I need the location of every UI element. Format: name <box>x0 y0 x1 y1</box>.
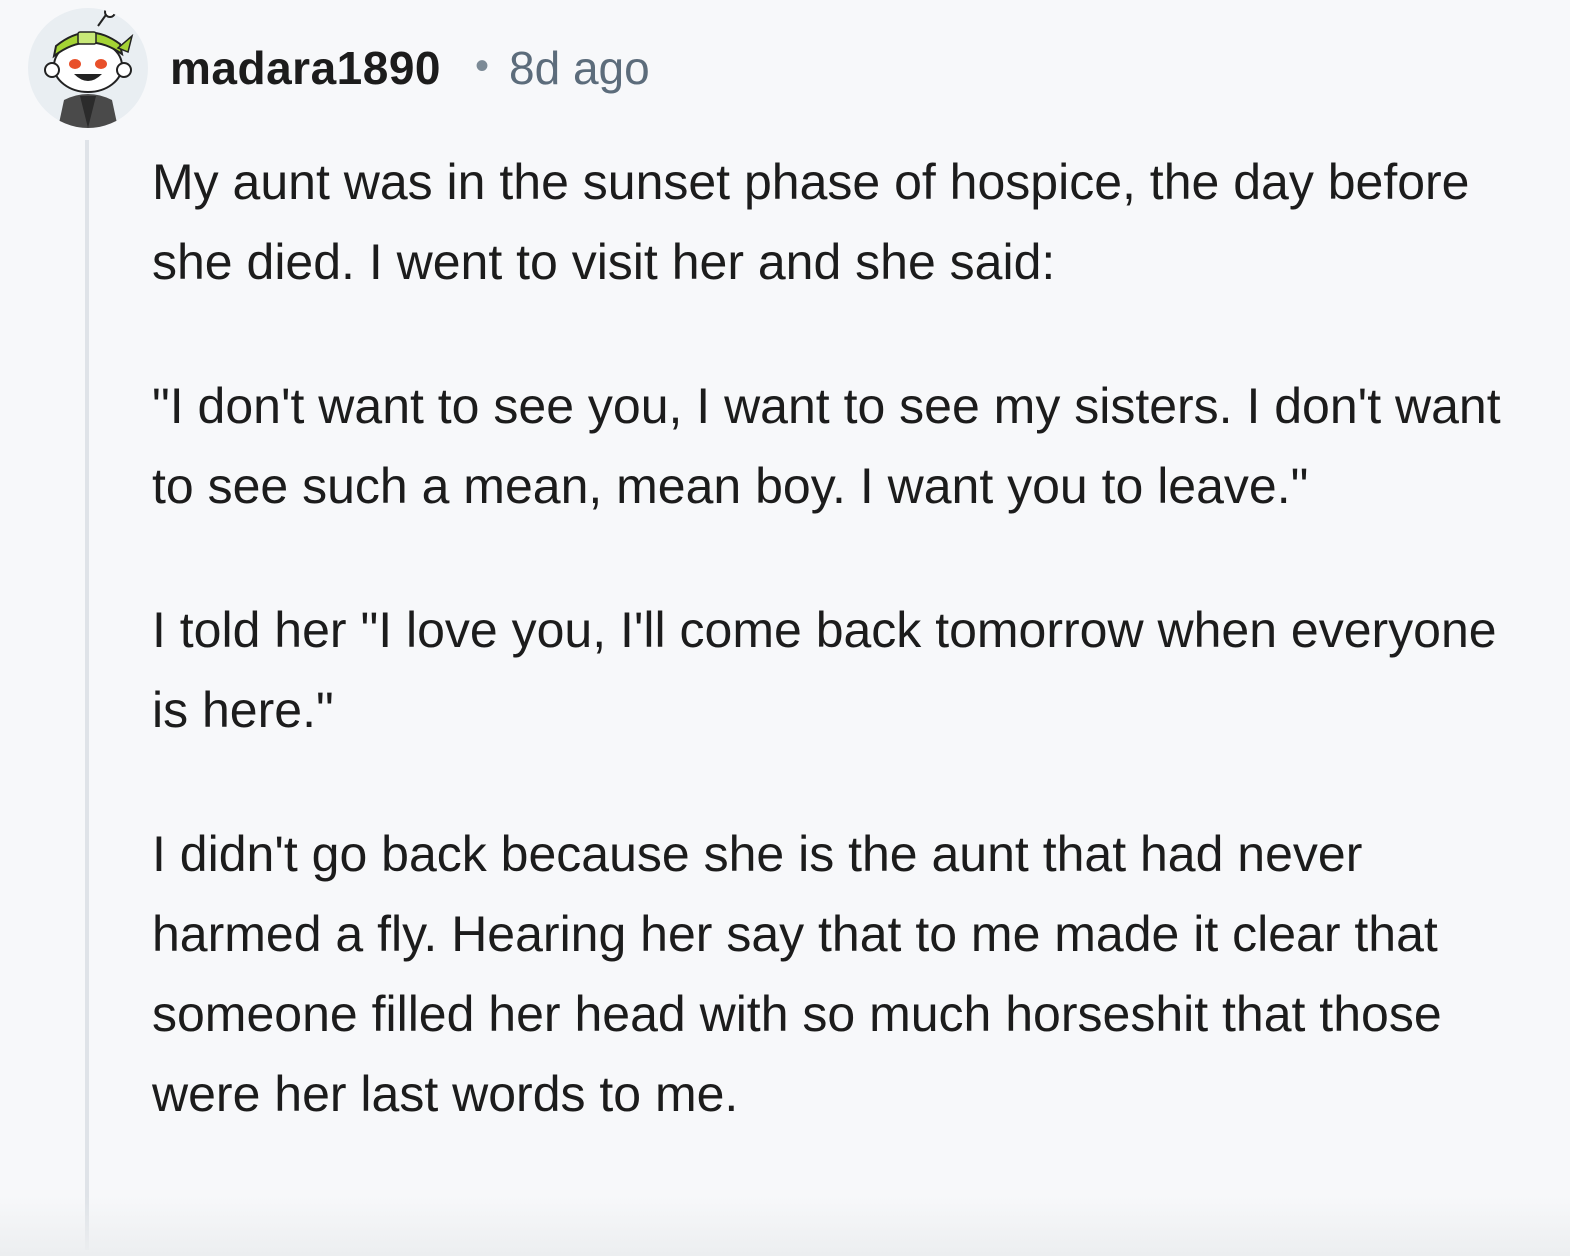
comment-body: My aunt was in the sunset phase of hospi… <box>152 142 1542 1198</box>
avatar[interactable] <box>28 8 148 128</box>
meta-separator: • <box>474 43 489 88</box>
comment-paragraph-1: My aunt was in the sunset phase of hospi… <box>152 154 1470 290</box>
author-username[interactable]: madara1890 <box>170 41 441 95</box>
snoo-avatar-icon <box>28 8 148 128</box>
comment-paragraph-3: I told her "I love you, I'll come back t… <box>152 602 1497 738</box>
comment-paragraph-4: I didn't go back because she is the aunt… <box>152 826 1442 1122</box>
thread-line[interactable] <box>85 140 89 1250</box>
bottom-fade <box>0 1196 1570 1256</box>
comment-header: madara1890 • 8d ago <box>170 36 650 100</box>
comment-paragraph-2: "I don't want to see you, I want to see … <box>152 378 1501 514</box>
comment-timestamp[interactable]: 8d ago <box>509 41 650 95</box>
comment: madara1890 • 8d ago My aunt was in the s… <box>0 0 1570 1256</box>
